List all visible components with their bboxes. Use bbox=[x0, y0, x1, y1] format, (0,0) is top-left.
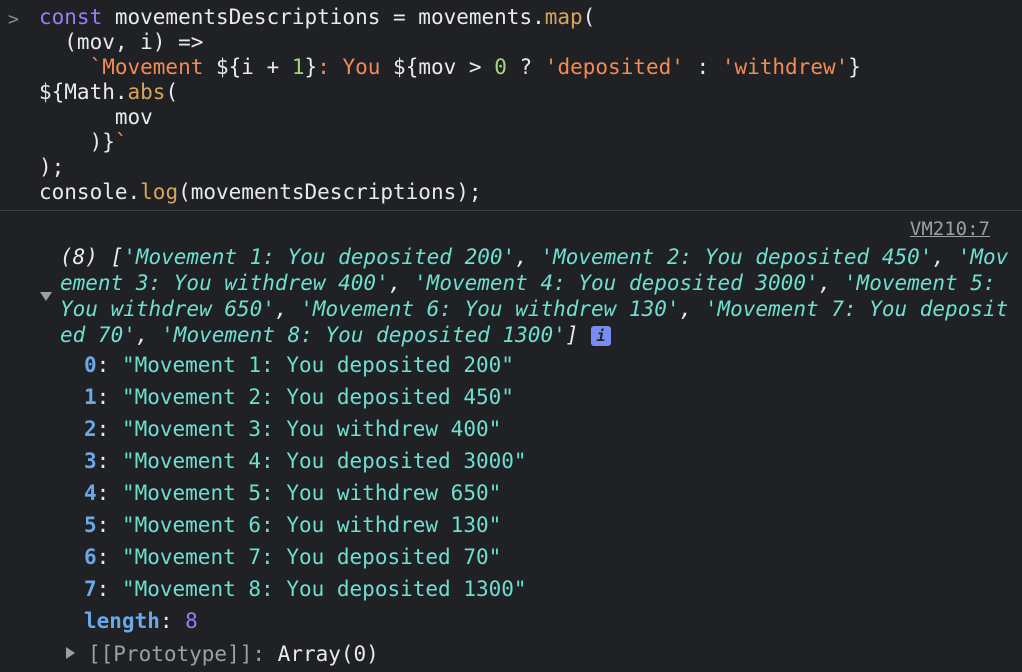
source-link[interactable]: VM210:7 bbox=[910, 218, 990, 240]
code-text: : bbox=[683, 55, 722, 79]
array-entry[interactable]: 4: "Movement 5: You withdrew 650" bbox=[84, 479, 501, 507]
array-entry[interactable]: 3: "Movement 4: You deposited 3000" bbox=[84, 447, 527, 475]
template-string: ` bbox=[114, 130, 128, 154]
string-literal: 'withdrew' bbox=[721, 55, 849, 79]
console-divider bbox=[0, 210, 1022, 211]
length-entry[interactable]: length: 8 bbox=[84, 607, 198, 635]
number-literal: 1 bbox=[291, 55, 305, 79]
code-text: (movementsDescriptions); bbox=[178, 180, 482, 204]
collapse-triangle-icon[interactable] bbox=[40, 292, 52, 301]
summary-item: 'Movement 1: You deposited 200' bbox=[123, 245, 516, 269]
length-value: 8 bbox=[185, 609, 198, 633]
entry-value: "Movement 3: You withdrew 400" bbox=[121, 417, 502, 441]
array-entry[interactable]: 7: "Movement 8: You deposited 1300" bbox=[84, 575, 527, 603]
entry-index: 3 bbox=[84, 449, 97, 473]
array-entry[interactable]: 6: "Movement 7: You deposited 70" bbox=[84, 543, 501, 571]
entry-index: 5 bbox=[84, 513, 97, 537]
function-map: map bbox=[544, 5, 583, 29]
function-abs: abs bbox=[127, 80, 166, 104]
prompt-chevron-icon: > bbox=[8, 9, 19, 30]
info-icon[interactable]: i bbox=[591, 326, 612, 346]
code-text: } bbox=[304, 55, 318, 79]
keyword-const: const bbox=[39, 5, 103, 29]
entry-value: "Movement 5: You withdrew 650" bbox=[121, 481, 502, 505]
summary-item: 'Movement 4: You deposited 3000' bbox=[414, 271, 819, 295]
code-text: ${mov > bbox=[393, 55, 495, 79]
entry-value: "Movement 6: You withdrew 130" bbox=[121, 513, 502, 537]
array-summary-prefix: (8) [ bbox=[60, 245, 124, 269]
array-entry[interactable]: 2: "Movement 3: You withdrew 400" bbox=[84, 415, 501, 443]
code-line-7: ); bbox=[39, 155, 65, 179]
code-line-4: ${Math.abs( bbox=[39, 80, 178, 105]
code-text: ( bbox=[582, 5, 596, 29]
code-line-6: )}` bbox=[39, 130, 128, 155]
code-text: movementsDescriptions = movements. bbox=[102, 5, 545, 29]
array-summary-suffix: ] bbox=[565, 323, 579, 347]
code-line-3: `Movement ${i + 1}: You ${mov > 0 ? 'dep… bbox=[39, 55, 861, 80]
string-literal: 'deposited' bbox=[544, 55, 684, 79]
prototype-value: Array(0) bbox=[277, 642, 379, 666]
code-line-5: mov bbox=[39, 105, 153, 129]
entry-index: 2 bbox=[84, 417, 97, 441]
code-text: ( bbox=[165, 80, 179, 104]
array-summary[interactable]: (8) ['Movement 1: You deposited 200', 'M… bbox=[60, 244, 1010, 348]
entry-value: "Movement 1: You deposited 200" bbox=[121, 353, 514, 377]
code-text: ? bbox=[506, 55, 545, 79]
entry-index: 7 bbox=[84, 577, 97, 601]
summary-item: 'Movement 8: You deposited 1300' bbox=[161, 323, 566, 347]
code-line-8: console.log(movementsDescriptions); bbox=[39, 180, 482, 205]
entry-value: "Movement 2: You deposited 450" bbox=[121, 385, 514, 409]
array-entry[interactable]: 0: "Movement 1: You deposited 200" bbox=[84, 351, 514, 379]
code-text: ${i + bbox=[216, 55, 292, 79]
code-line-2: (mov, i) => bbox=[39, 30, 204, 54]
code-text: ${Math. bbox=[39, 80, 128, 104]
entry-value: "Movement 4: You deposited 3000" bbox=[121, 449, 527, 473]
entry-value: "Movement 8: You deposited 1300" bbox=[121, 577, 527, 601]
code-text: } bbox=[848, 55, 861, 79]
code-line-1: const movementsDescriptions = movements.… bbox=[39, 5, 595, 30]
prototype-entry[interactable]: [[Prototype]]: Array(0) bbox=[88, 640, 379, 668]
entry-index: 0 bbox=[84, 353, 97, 377]
code-text: )} bbox=[39, 130, 115, 154]
number-literal: 0 bbox=[494, 55, 507, 79]
prototype-key: [[Prototype]] bbox=[88, 642, 253, 666]
function-log: log bbox=[140, 180, 179, 204]
entry-value: "Movement 7: You deposited 70" bbox=[121, 545, 502, 569]
code-text: console. bbox=[39, 180, 141, 204]
entry-index: 1 bbox=[84, 385, 97, 409]
length-key: length bbox=[84, 609, 160, 633]
template-string: `Movement bbox=[39, 55, 217, 79]
entry-index: 6 bbox=[84, 545, 97, 569]
summary-item: 'Movement 6: You withdrew 130' bbox=[300, 297, 680, 321]
summary-item: 'Movement 2: You deposited 450' bbox=[540, 245, 933, 269]
array-entry[interactable]: 1: "Movement 2: You deposited 450" bbox=[84, 383, 514, 411]
entry-index: 4 bbox=[84, 481, 97, 505]
template-string: : You bbox=[317, 55, 394, 79]
expand-triangle-icon[interactable] bbox=[66, 647, 75, 659]
array-entry[interactable]: 5: "Movement 6: You withdrew 130" bbox=[84, 511, 501, 539]
